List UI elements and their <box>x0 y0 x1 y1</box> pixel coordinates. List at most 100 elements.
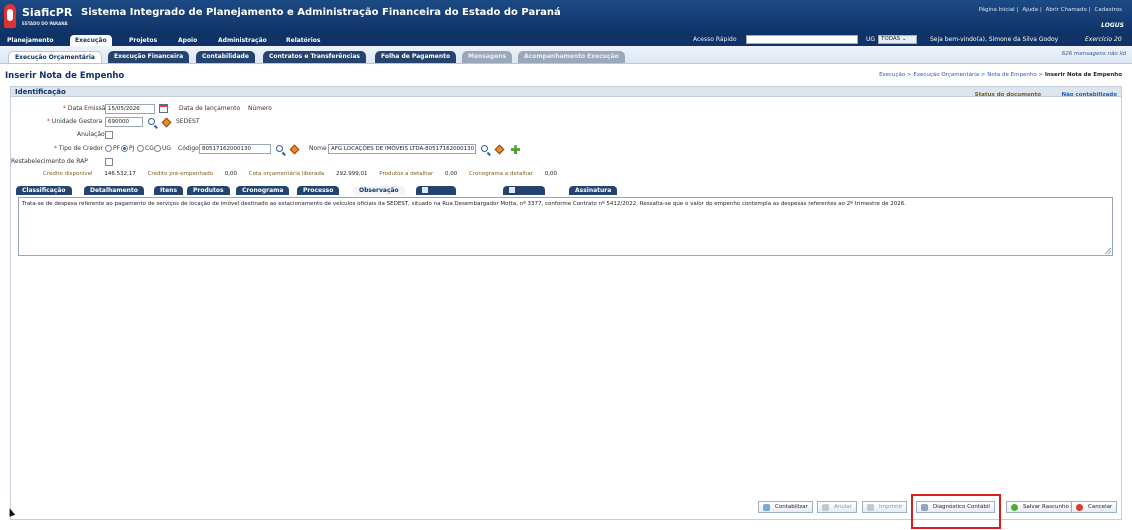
data-emissao-input[interactable]: 15/05/2026 <box>105 104 155 114</box>
resize-handle[interactable] <box>1105 248 1111 254</box>
credito-pre-value: 0,00 <box>224 171 238 177</box>
credito-disponivel-label: Crédito disponível <box>43 171 93 177</box>
radio-pf[interactable] <box>105 145 112 152</box>
ug-selected-value: TODAS <box>881 36 901 42</box>
tab-processo[interactable]: Processo <box>297 186 340 195</box>
save-check-icon <box>1011 504 1018 511</box>
table-icon <box>422 187 428 193</box>
calendar-icon[interactable] <box>159 104 168 113</box>
highlight-box <box>911 494 1001 529</box>
ug-select[interactable]: TODAS ⌄ <box>878 35 917 44</box>
tab-produtos[interactable]: Produtos <box>187 186 230 195</box>
menu-administracao[interactable]: Administração <box>213 35 272 46</box>
observation-textarea[interactable]: Trata-se de despesa referente ao pagamen… <box>18 197 1113 256</box>
imprimir-label: Imprimir <box>879 504 903 510</box>
section-title: Identificação Status do documento Não co… <box>11 87 1121 98</box>
top-link-open-ticket[interactable]: Abrir Chamado <box>1046 7 1087 13</box>
vendor-logo: LOGUS <box>1101 22 1124 29</box>
contabilizar-button[interactable]: Contabilizar <box>758 501 813 513</box>
codigo-input[interactable]: 80517162000130 <box>199 144 271 154</box>
breadcrumb-item[interactable]: Execução <box>879 72 905 78</box>
breadcrumb-item[interactable]: Execução Orçamentária <box>913 72 979 78</box>
imprimir-button[interactable]: Imprimir <box>862 501 908 513</box>
tab-historico[interactable]: Histórico <box>503 186 546 203</box>
radio-ug[interactable] <box>154 145 161 152</box>
tab-espelho-contabil[interactable]: Espelho Contábil <box>416 186 457 212</box>
salvar-label: Salvar Rascunho <box>1023 504 1069 510</box>
restabelecimento-checkbox[interactable] <box>105 158 113 166</box>
cancel-icon <box>1076 504 1083 511</box>
produtos-label: Produtos a detalhar <box>379 171 434 177</box>
tab-itens[interactable]: Itens <box>154 186 184 195</box>
unidade-gestora-label: * Unidade Gestora <box>47 118 103 125</box>
top-link-help[interactable]: Ajuda <box>1022 7 1038 13</box>
anular-button[interactable]: Anular <box>817 501 857 513</box>
restabelecimento-label: Restabelecimento de RAP <box>11 158 88 165</box>
radio-pf-label: PF <box>113 145 121 152</box>
menu-projetos[interactable]: Projetos <box>124 35 162 46</box>
salvar-rascunho-button[interactable]: Salvar Rascunho <box>1006 501 1074 513</box>
top-header: SiaficPR ESTADO DO PARANÁ Sistema Integr… <box>0 0 1132 34</box>
search-icon[interactable] <box>276 145 283 152</box>
unidade-gestora-input[interactable]: 690000 <box>105 117 143 127</box>
app-window: SiaficPR ESTADO DO PARANÁ Sistema Integr… <box>0 0 1132 530</box>
details-icon[interactable] <box>161 117 172 128</box>
search-icon[interactable] <box>148 118 155 125</box>
subtab-execucao-orcamentaria[interactable]: Execução Orçamentária <box>8 51 102 63</box>
menu-relatorios[interactable]: Relatórios <box>281 35 326 46</box>
financial-summary: Crédito disponível 146.532,17 Crédito pr… <box>43 171 567 177</box>
quick-access-input[interactable] <box>746 35 858 44</box>
details-icon[interactable] <box>494 144 505 155</box>
breadcrumb-item[interactable]: Nota de Empenho <box>987 72 1036 78</box>
radio-pj[interactable] <box>121 145 128 152</box>
menu-execucao[interactable]: Execução <box>70 35 112 46</box>
subtab-folha-pagamento[interactable]: Folha de Pagamento <box>375 51 457 63</box>
nome-input[interactable]: AFG LOCAÇÕES DE IMÓVEIS LTDA-80517162000… <box>328 144 476 154</box>
cota-label: Cota orçamentária liberada <box>248 171 325 177</box>
tab-observacao[interactable]: Observação <box>353 186 405 195</box>
radio-cg-label: CG <box>145 145 154 152</box>
cota-value: 292.999,01 <box>336 171 368 177</box>
top-link-home[interactable]: Página Inicial <box>979 7 1015 13</box>
identification-section: Identificação Status do documento Não co… <box>10 86 1122 520</box>
system-title: Sistema Integrado de Planejamento e Admi… <box>81 7 561 18</box>
submenu: Execução Orçamentária Execução Financeir… <box>0 46 1132 64</box>
menu-apoio[interactable]: Apoio <box>173 35 202 46</box>
add-icon[interactable] <box>511 145 520 154</box>
tab-assinatura-digital[interactable]: Assinatura Digital <box>569 186 618 203</box>
app-name: SiaficPR <box>22 6 73 19</box>
print-icon <box>867 504 874 511</box>
nome-label: Nome <box>309 145 327 152</box>
unidade-gestora-name: SEDEST <box>176 118 200 125</box>
history-icon <box>509 187 515 193</box>
data-lancamento-label: Data de lançamento <box>179 105 241 112</box>
tab-classificacao[interactable]: Classificação <box>16 186 72 195</box>
subtab-contabilidade[interactable]: Contabilidade <box>196 51 255 63</box>
cancelar-button[interactable]: Cancelar <box>1071 501 1118 513</box>
tab-cronograma[interactable]: Cronograma <box>236 186 290 195</box>
messages-counter[interactable]: 626 mensagens não lid <box>1062 51 1126 57</box>
radio-cg[interactable] <box>137 145 144 152</box>
numero-label: Número <box>248 105 272 112</box>
cronograma-value: 0,00 <box>544 171 557 177</box>
search-icon[interactable] <box>481 145 488 152</box>
subtab-acompanhamento[interactable]: Acompanhamento Execução <box>518 51 625 63</box>
tab-detalhamento[interactable]: Detalhamento <box>84 186 144 195</box>
subtab-contratos[interactable]: Contratos e Transferências <box>263 51 366 63</box>
contabilizar-label: Contabilizar <box>775 504 808 510</box>
status-label: Status do documento <box>974 92 1041 98</box>
radio-pj-label: PJ <box>129 145 135 152</box>
subtab-mensagens[interactable]: Mensagens <box>462 51 513 63</box>
exercise-year[interactable]: Exercício 20 <box>1085 36 1122 43</box>
details-icon[interactable] <box>289 144 300 155</box>
menu-planejamento[interactable]: Planejamento <box>2 35 59 46</box>
top-link-registrations[interactable]: Cadastros <box>1095 7 1122 13</box>
anulacao-label: Anulação <box>77 131 105 138</box>
subtab-execucao-financeira[interactable]: Execução Financeira <box>108 51 190 63</box>
produtos-value: 0,00 <box>445 171 458 177</box>
app-subtitle: ESTADO DO PARANÁ <box>22 21 68 26</box>
breadcrumb: Execução > Execução Orçamentária > Nota … <box>879 72 1122 78</box>
data-emissao-label: * Data Emissão <box>63 105 110 112</box>
tipo-credor-label: * Tipo de Credor <box>54 145 104 152</box>
anulacao-checkbox[interactable] <box>105 131 113 139</box>
